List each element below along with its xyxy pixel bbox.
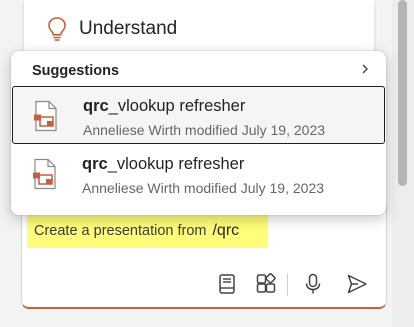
suggestion-title: qrc_vlookup refresher xyxy=(83,97,246,115)
toolbar-divider xyxy=(287,274,288,296)
add-apps-icon[interactable] xyxy=(255,273,277,295)
prompt-text: Create a presentation from xyxy=(34,223,207,239)
prompt-input[interactable]: Create a presentation from/qrc xyxy=(34,222,239,240)
suggestions-panel: Suggestions qrc_vlookup refresher Anneli… xyxy=(11,51,386,215)
compose-box[interactable]: Create a presentation from/qrc xyxy=(21,200,387,309)
presentation-file-icon xyxy=(33,158,56,190)
scrollbar-thumb[interactable] xyxy=(398,0,407,186)
send-icon[interactable] xyxy=(346,273,368,295)
suggestion-meta: Anneliese Wirth modified July 19, 2023 xyxy=(82,180,325,196)
notebook-icon[interactable] xyxy=(216,273,238,295)
presentation-file-icon xyxy=(34,100,57,132)
chevron-right-icon[interactable] xyxy=(359,62,371,76)
suggestion-item[interactable]: qrc_vlookup refresher Anneliese Wirth mo… xyxy=(12,145,385,203)
understand-label: Understand xyxy=(79,18,178,39)
suggestion-item[interactable]: qrc_vlookup refresher Anneliese Wirth mo… xyxy=(12,86,385,144)
prompt-command: /qrc xyxy=(212,222,240,239)
microphone-icon[interactable] xyxy=(302,273,324,295)
suggestion-title: qrc_vlookup refresher xyxy=(82,155,245,173)
suggestions-header: Suggestions xyxy=(32,63,120,79)
suggestion-meta: Anneliese Wirth modified July 19, 2023 xyxy=(83,122,326,138)
lightbulb-icon xyxy=(48,17,66,41)
